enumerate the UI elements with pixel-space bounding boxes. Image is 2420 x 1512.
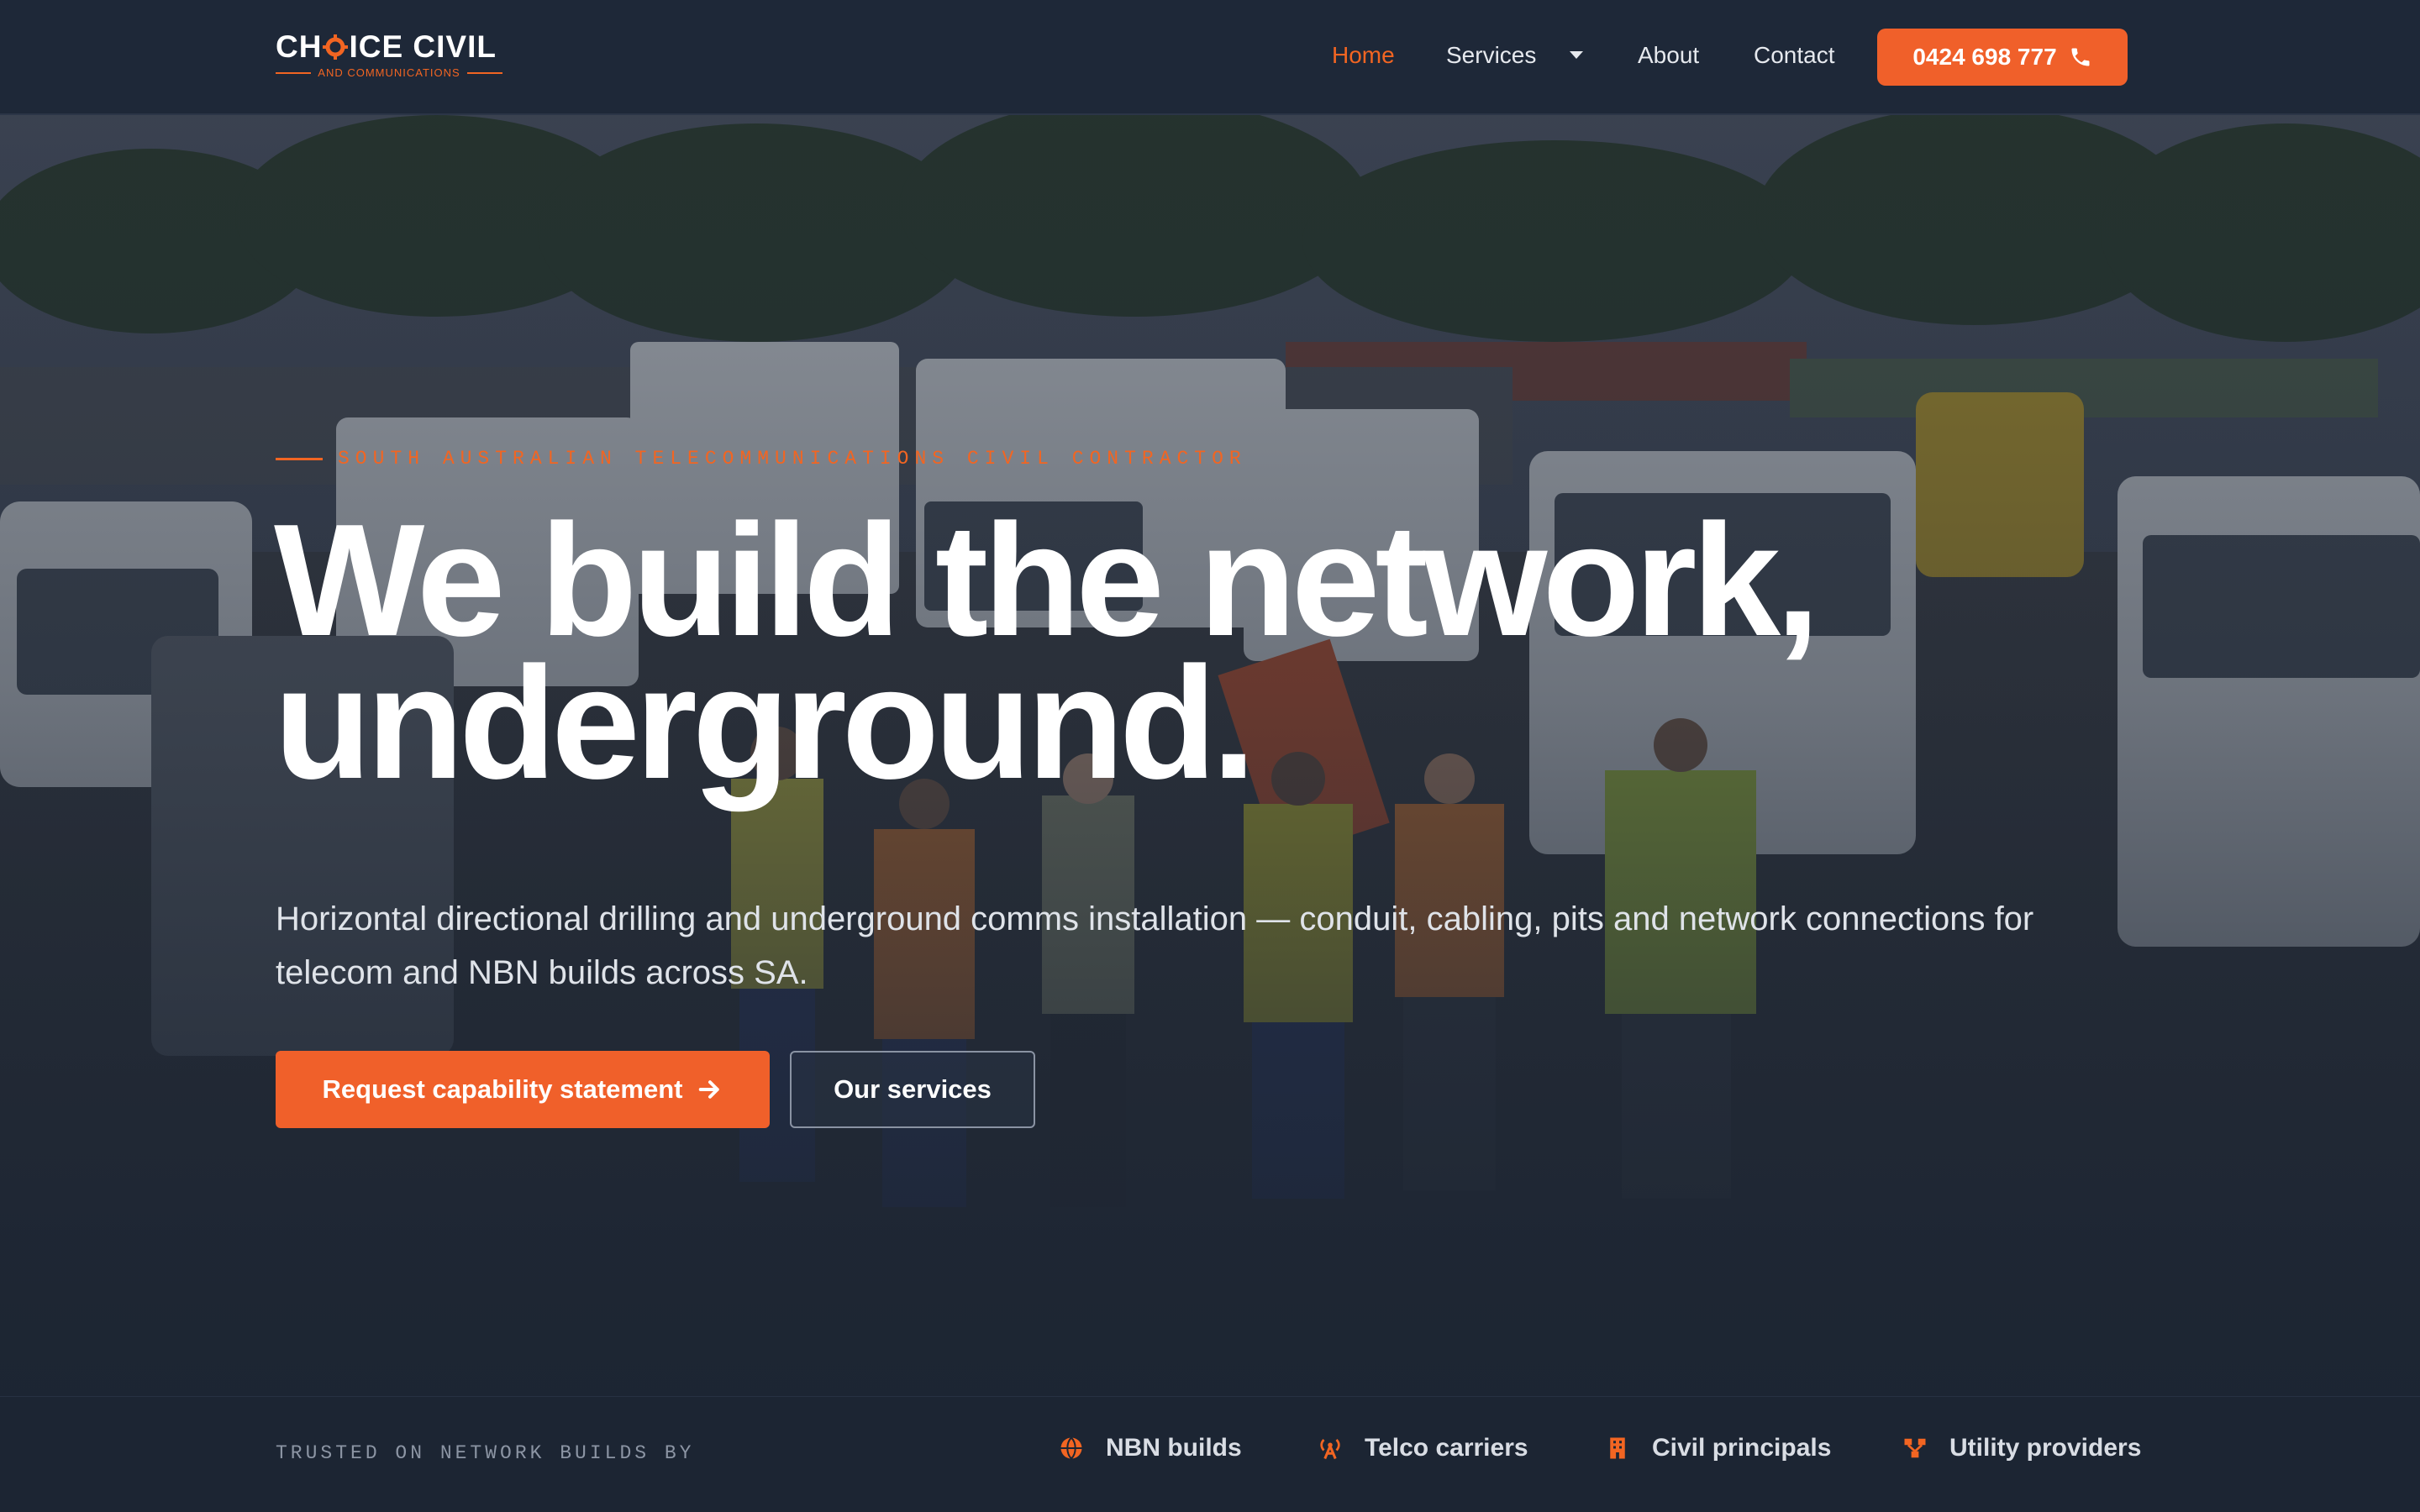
trust-item-civil: Civil principals [1605, 1434, 1831, 1462]
trust-item-label: Telco carriers [1365, 1434, 1528, 1462]
logo-text-right: ICE CIVIL [349, 29, 497, 64]
logo-wordmark: CH ICE CIVIL [276, 30, 502, 64]
hero-eyebrow: SOUTH AUSTRALIAN TELECOMMUNICATIONS CIVI… [276, 448, 1247, 470]
globe-icon [1060, 1436, 1082, 1460]
our-services-button[interactable]: Our services [790, 1051, 1035, 1128]
hero-description: Horizontal directional drilling and unde… [276, 900, 2034, 991]
trust-label: TRUSTED ON NETWORK BUILDS BY [276, 1442, 695, 1464]
request-capability-button[interactable]: Request capability statement [276, 1051, 770, 1128]
gear-icon [323, 34, 349, 60]
nav-about[interactable]: About [1638, 42, 1699, 69]
call-phone-button[interactable]: 0424 698 777 [1877, 29, 2128, 86]
building-icon [1610, 1437, 1625, 1459]
eyebrow-text: SOUTH AUSTRALIAN TELECOMMUNICATIONS CIVI… [338, 448, 1247, 470]
headline-line-2: underground. [274, 634, 1256, 812]
network-icon [1904, 1438, 1926, 1458]
antenna-icon [1320, 1439, 1340, 1460]
logo-rule-right [466, 71, 502, 74]
headline-line-1: We build the network, [274, 491, 1820, 669]
nav-services[interactable]: Services [1446, 42, 1536, 69]
logo-subtitle: AND COMMUNICATIONS [318, 66, 460, 79]
brand-logo[interactable]: CH ICE CIVIL AND COMMUNICATIONS [276, 30, 502, 82]
top-navigation: CH ICE CIVIL AND COMMUNICATIONS Home Ser… [0, 0, 2420, 115]
trust-item-nbn: NBN builds [1059, 1434, 1242, 1462]
phone-number: 0424 698 777 [1912, 44, 2057, 70]
primary-cta-label: Request capability statement [322, 1074, 683, 1104]
hero-section: SOUTH AUSTRALIAN TELECOMMUNICATIONS CIVI… [0, 115, 2420, 1396]
logo-subline: AND COMMUNICATIONS [276, 66, 502, 79]
nav-contact[interactable]: Contact [1754, 42, 1835, 69]
trust-item-label: Utility providers [1949, 1434, 2142, 1462]
nav-home[interactable]: Home [1332, 42, 1395, 69]
arrow-right-icon [699, 1080, 720, 1099]
logo-text-left: CH [276, 29, 323, 64]
trust-item-utility: Utility providers [1902, 1434, 2141, 1462]
trust-item-label: Civil principals [1652, 1434, 1832, 1462]
trust-bar: TRUSTED ON NETWORK BUILDS BY NBN builds … [0, 1396, 2420, 1512]
trust-item-telco: Telco carriers [1318, 1434, 1528, 1462]
phone-icon [2071, 48, 2090, 66]
logo-rule-left [276, 71, 312, 74]
eyebrow-rule [276, 457, 323, 460]
chevron-down-icon[interactable] [1568, 50, 1585, 60]
trust-item-label: NBN builds [1106, 1434, 1242, 1462]
